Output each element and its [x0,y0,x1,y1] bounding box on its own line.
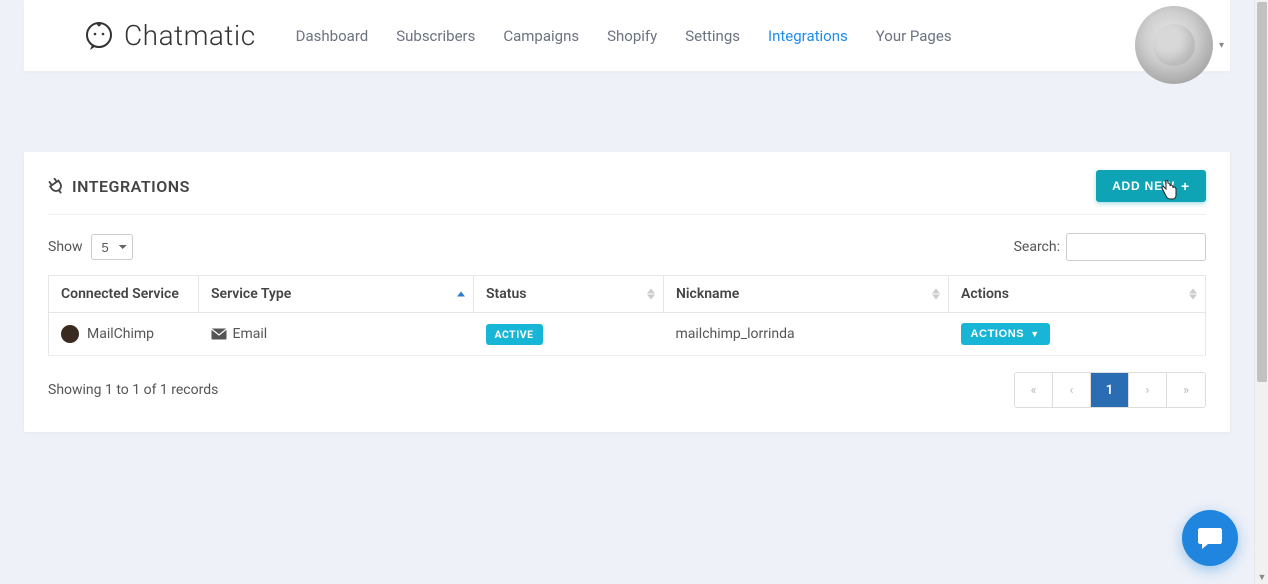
nav-settings[interactable]: Settings [685,27,740,45]
add-new-button[interactable]: ADD NEW + [1096,170,1206,202]
page-title: INTEGRATIONS [48,177,190,196]
sort-icon [932,289,940,300]
chat-logo-icon [84,21,116,51]
nav-integrations[interactable]: Integrations [768,27,848,45]
records-info: Showing 1 to 1 of 1 records [48,382,218,398]
main-nav: Dashboard Subscribers Campaigns Shopify … [296,27,952,45]
nav-dashboard[interactable]: Dashboard [296,27,369,45]
show-label: Show [48,239,83,255]
mailchimp-icon [61,325,79,343]
envelope-icon [211,328,227,340]
page-last-button[interactable]: » [1167,373,1205,407]
chat-widget-button[interactable] [1182,510,1238,566]
vertical-scrollbar[interactable]: ▲ ▼ [1254,0,1268,584]
nickname-value: mailchimp_lorrinda [676,326,795,342]
scroll-down-arrow-icon[interactable]: ▼ [1255,570,1268,584]
nav-subscribers[interactable]: Subscribers [396,27,475,45]
page-number-button[interactable]: 1 [1091,373,1129,407]
plug-icon [48,178,64,194]
col-service-type[interactable]: Service Type [199,276,474,313]
nav-campaigns[interactable]: Campaigns [503,27,579,45]
col-status[interactable]: Status [474,276,664,313]
page-prev-button[interactable]: ‹ [1053,373,1091,407]
page-size-select[interactable]: 5 [91,234,133,260]
integrations-table: Connected Service Service Type Status Ni… [48,275,1206,356]
top-navbar: Chatmatic Dashboard Subscribers Campaign… [24,0,1230,72]
col-nickname[interactable]: Nickname [664,276,949,313]
status-badge: ACTIVE [486,324,543,345]
brand-name: Chatmatic [124,19,256,52]
profile-menu[interactable]: ▾ [1135,6,1224,84]
sort-icon [1189,289,1197,300]
actions-label: ACTIONS [971,328,1025,340]
table-row: MailChimp Email [49,313,1206,356]
chevron-down-icon: ▾ [1219,40,1224,51]
brand-logo[interactable]: Chatmatic [84,19,256,52]
chevron-down-icon: ▼ [1030,329,1040,339]
row-actions-button[interactable]: ACTIONS ▼ [961,323,1050,345]
search-input[interactable] [1066,233,1206,261]
service-name: MailChimp [87,326,154,342]
chat-icon [1196,525,1224,551]
nav-shopify[interactable]: Shopify [607,27,657,45]
col-connected-service[interactable]: Connected Service [49,276,199,313]
sort-asc-icon [457,292,465,297]
sort-icon [647,289,655,300]
page-first-button[interactable]: « [1015,373,1053,407]
pagination: « ‹ 1 › » [1014,372,1206,408]
plus-icon: + [1181,178,1190,194]
page-title-text: INTEGRATIONS [72,177,190,196]
search-label: Search: [1014,239,1060,255]
service-type: Email [233,326,268,342]
add-new-label: ADD NEW [1112,179,1175,193]
page-next-button[interactable]: › [1129,373,1167,407]
col-actions[interactable]: Actions [949,276,1206,313]
avatar [1135,6,1213,84]
nav-your-pages[interactable]: Your Pages [876,27,952,45]
scrollbar-thumb[interactable] [1257,2,1267,382]
integrations-card: INTEGRATIONS ADD NEW + Show 5 [24,152,1230,432]
